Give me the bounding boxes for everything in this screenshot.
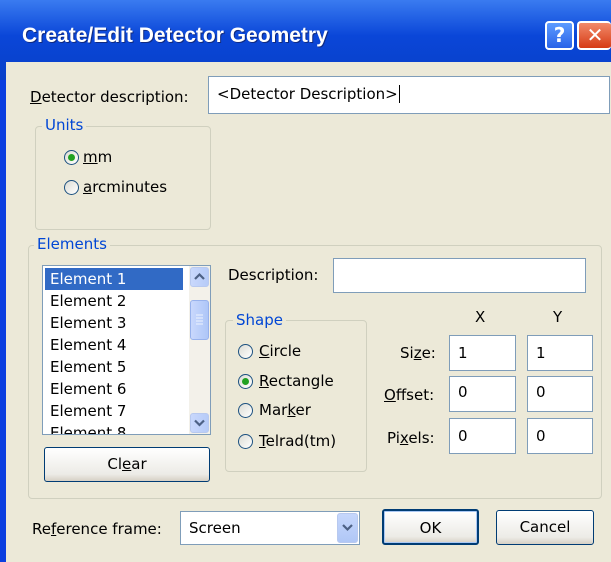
unit-option-label[interactable]: arcminutes — [83, 178, 167, 196]
circle-radio-icon[interactable] — [238, 344, 253, 359]
list-item[interactable]: Element 6 — [45, 378, 183, 400]
size-label: Size: — [400, 344, 436, 362]
list-item[interactable]: Element 8 — [45, 422, 183, 434]
list-item[interactable]: Element 2 — [45, 290, 183, 312]
marker-radio-icon[interactable] — [238, 403, 253, 418]
list-item[interactable]: Element 7 — [45, 400, 183, 422]
scroll-thumb[interactable] — [190, 300, 209, 340]
window-title: Create/Edit Detector Geometry — [22, 24, 328, 47]
grip-icon — [196, 314, 203, 325]
ok-button[interactable]: OK — [382, 509, 479, 545]
detector-description-label: Detector description: — [30, 88, 189, 106]
pixels-x-input[interactable]: 0 — [449, 418, 516, 454]
telrad-radio-icon[interactable] — [238, 434, 253, 449]
list-item[interactable]: Element 4 — [45, 334, 183, 356]
list-item[interactable]: Element 5 — [45, 356, 183, 378]
scroll-down-button[interactable] — [190, 413, 209, 433]
help-icon: ? — [553, 23, 566, 47]
clear-button[interactable]: Clear — [44, 447, 210, 482]
shape-group-title: Shape — [233, 311, 286, 329]
help-button[interactable]: ? — [545, 21, 574, 50]
chevron-down-icon — [342, 524, 353, 532]
shape-option-label[interactable]: Marker — [259, 401, 311, 419]
dialog-window: Create/Edit Detector Geometry ? ✕ Detect… — [0, 0, 611, 562]
units-group-title: Units — [42, 116, 87, 134]
pixels-y-input[interactable]: 0 — [527, 418, 593, 454]
cancel-button[interactable]: Cancel — [496, 510, 594, 545]
chevron-up-icon — [194, 272, 205, 280]
reference-frame-label: Reference frame: — [32, 520, 162, 538]
close-icon: ✕ — [586, 23, 604, 47]
list-item[interactable]: Element 3 — [45, 312, 183, 334]
y-column-header: Y — [553, 308, 563, 326]
shape-option-label[interactable]: Circle — [259, 342, 301, 360]
rectangle-radio-icon[interactable] — [238, 374, 253, 389]
elements-group-title: Elements — [34, 235, 110, 253]
reference-frame-value: Screen — [189, 519, 241, 537]
close-button[interactable]: ✕ — [577, 21, 611, 50]
list-item[interactable]: Element 1 — [45, 268, 183, 290]
offset-y-input[interactable]: 0 — [527, 376, 593, 412]
unit-option-label[interactable]: mm — [83, 148, 112, 166]
detector-description-input[interactable]: <Detector Description> — [208, 76, 610, 114]
element-description-label: Description: — [228, 266, 319, 284]
x-column-header: X — [475, 308, 486, 326]
chevron-down-icon — [194, 419, 205, 427]
mm-radio-icon[interactable] — [64, 150, 79, 165]
size-y-input[interactable]: 1 — [527, 335, 593, 371]
shape-option-label[interactable]: Rectangle — [259, 372, 334, 390]
arcminutes-radio-icon[interactable] — [64, 180, 79, 195]
element-description-input[interactable] — [333, 258, 586, 293]
offset-x-input[interactable]: 0 — [449, 376, 516, 412]
list-scrollbar[interactable] — [189, 266, 210, 434]
dropdown-button[interactable] — [337, 513, 358, 543]
scroll-up-button[interactable] — [190, 267, 209, 287]
reference-frame-select[interactable]: Screen — [180, 511, 360, 545]
element-list[interactable]: Element 1 Element 2 Element 3 Element 4 … — [42, 265, 211, 435]
dialog-body: Detector description: <Detector Descript… — [6, 62, 611, 562]
shape-option-label[interactable]: Telrad(tm) — [259, 432, 336, 450]
offset-label: Offset: — [384, 386, 435, 404]
size-x-input[interactable]: 1 — [449, 335, 516, 371]
pixels-label: Pixels: — [387, 429, 435, 447]
